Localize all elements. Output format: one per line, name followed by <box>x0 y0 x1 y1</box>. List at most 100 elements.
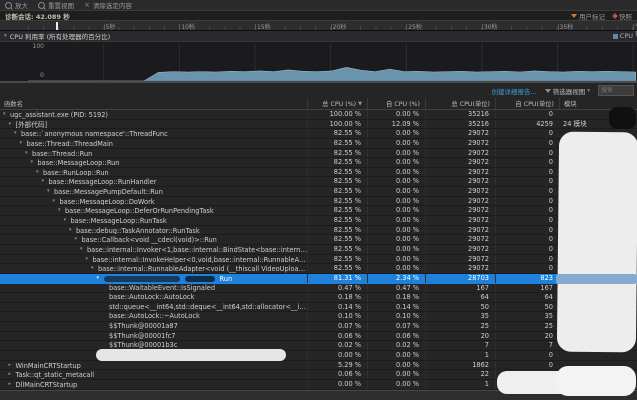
total-cpu-pct: 82.55 % <box>307 216 367 225</box>
column-header-self-cpu-units[interactable]: 自 CPU(单位) <box>495 98 559 109</box>
total-cpu-pct: 0.47 % <box>307 284 367 293</box>
total-cpu-pct: 82.55 % <box>307 235 367 244</box>
table-row[interactable]: ▾base::debug::TaskAnnotator::RunTask82.5… <box>0 226 637 236</box>
search-input[interactable] <box>598 85 634 96</box>
collapse-icon[interactable]: ▾ <box>36 168 43 177</box>
table-row-selected[interactable]: ▾Run81.31 %2.34 %28703823 <box>0 274 637 284</box>
collapse-icon[interactable]: ▾ <box>64 216 71 225</box>
table-row[interactable]: ▾base::internal::InvokeHelper<0,void,bas… <box>0 255 637 265</box>
table-row[interactable]: ▸WinMainCRTStartup5.29 %0.00 %18620 <box>0 361 637 371</box>
collapse-icon[interactable]: ▾ <box>80 245 87 254</box>
table-row[interactable]: ▾base::internal::Invoker<1,base::interna… <box>0 245 637 255</box>
table-row[interactable]: ▾base::Thread::ThreadMain82.55 %0.00 %29… <box>0 139 637 149</box>
section-collapse-icon[interactable]: ▾ <box>4 33 7 39</box>
user-mark-icon <box>571 14 577 18</box>
table-row[interactable]: ▾[外部代码]100.00 %12.09 %35216425924 模块 <box>0 120 637 130</box>
total-cpu-units: 29072 <box>425 245 495 254</box>
column-header-total-cpu-pct[interactable]: 总 CPU (%) ▼ <box>307 98 367 109</box>
zoom-in-button[interactable]: 放大 <box>5 0 28 10</box>
self-cpu-pct: 0.00 % <box>367 129 425 138</box>
self-cpu-units: 35 <box>495 312 559 321</box>
self-cpu-pct: 12.09 % <box>367 120 425 129</box>
clear-icon: × <box>84 2 90 9</box>
collapse-icon[interactable]: ▾ <box>14 129 21 138</box>
self-cpu-units: 0 <box>495 235 559 244</box>
total-cpu-pct: 100.00 % <box>307 120 367 129</box>
session-bar: 诊断会话: 42.089 秒 用户标记 快照 <box>0 11 637 20</box>
total-cpu-pct: 0.06 % <box>307 370 367 379</box>
self-cpu-pct: 0.00 % <box>367 187 425 196</box>
table-row[interactable]: ▾base::MessagePumpDefault::Run82.55 %0.0… <box>0 187 637 197</box>
timeline-position-marker[interactable] <box>56 22 58 30</box>
table-row[interactable]: ▾base::MessageLoop::DoWork82.55 %0.00 %2… <box>0 197 637 207</box>
table-row[interactable]: std::queue<__int64,std::deque<__int64,st… <box>0 303 637 313</box>
table-row[interactable]: ▾base::internal::RunnableAdapter<void (_… <box>0 264 637 274</box>
function-name: Task::qt_static_metacall <box>16 371 95 379</box>
table-row[interactable]: $$Thunk@00001fc70.06 %0.06 %2020 <box>0 332 637 342</box>
total-cpu-units: 29072 <box>425 129 495 138</box>
total-cpu-pct: 100.00 % <box>307 110 367 119</box>
expand-icon[interactable]: ▸ <box>9 361 16 370</box>
collapse-icon[interactable]: ▾ <box>97 274 104 283</box>
magnifier-minus-icon <box>38 2 45 9</box>
table-header: 函数名 总 CPU (%) ▼ 自 CPU (%) 总 CPU(单位) 自 CP… <box>0 98 637 110</box>
column-header-self-cpu-pct[interactable]: 自 CPU (%) <box>367 98 425 109</box>
table-row[interactable]: $$Thunk@00001a870.07 %0.07 %2525 <box>0 322 637 332</box>
user-marks-legend: 用户标记 <box>571 11 605 21</box>
table-row[interactable]: ▾base::RunLoop::Run82.55 %0.00 %290720 <box>0 168 637 178</box>
expand-icon[interactable]: ▸ <box>9 380 16 389</box>
total-cpu-pct: 82.55 % <box>307 206 367 215</box>
table-row[interactable]: ▾base::`anonymous namespace'::ThreadFunc… <box>0 129 637 139</box>
self-cpu-units: 50 <box>495 303 559 312</box>
timeline-ruler[interactable]: 5秒10秒15秒20秒25秒30秒35秒40秒 <box>0 20 637 31</box>
cpu-utilization-graph[interactable]: 100 0 <box>0 42 637 83</box>
function-name-cell: ▾ugc_assistant.exe (PID: 5192) <box>0 110 307 119</box>
total-cpu-pct: 82.55 % <box>307 139 367 148</box>
self-cpu-units: 167 <box>495 284 559 293</box>
total-cpu-units: 50 <box>425 303 495 312</box>
table-row[interactable]: base::WaitableEvent::IsSignaled0.47 %0.4… <box>0 284 637 294</box>
collapse-icon[interactable]: ▾ <box>42 177 49 186</box>
reset-view-button[interactable]: 重置视图 <box>38 0 74 10</box>
table-row[interactable]: ▾base::Callback<void __cdecl(void)>::Run… <box>0 235 637 245</box>
function-name-cell: ▾base::RunLoop::Run <box>0 168 307 177</box>
create-detailed-report-link[interactable]: 创建详细报告... <box>492 86 537 96</box>
collapse-icon[interactable]: ▾ <box>53 197 60 206</box>
session-duration-label: 诊断会话: 42.089 秒 <box>5 11 70 21</box>
self-cpu-pct: 0.00 % <box>367 264 425 273</box>
column-header-function-name[interactable]: 函数名 <box>0 98 307 109</box>
snapshot-diamond-icon <box>612 13 618 19</box>
collapse-icon[interactable]: ▾ <box>25 149 32 158</box>
collapse-icon[interactable]: ▾ <box>9 120 16 129</box>
total-cpu-units: 29072 <box>425 197 495 206</box>
table-row[interactable]: base::AutoLock::~AutoLock0.10 %0.10 %353… <box>0 312 637 322</box>
collapse-icon[interactable]: ▾ <box>58 206 65 215</box>
table-row[interactable]: ▾base::MessageLoop::Run82.55 %0.00 %2907… <box>0 158 637 168</box>
self-cpu-units: 0 <box>495 158 559 167</box>
collapse-icon[interactable]: ▾ <box>20 139 27 148</box>
table-row[interactable]: base::AutoLock::AutoLock0.18 %0.18 %6464 <box>0 293 637 303</box>
collapse-icon[interactable]: ▾ <box>75 235 82 244</box>
table-row[interactable]: ▾base::MessageLoop::DeferOrRunPendingTas… <box>0 206 637 216</box>
self-cpu-units: 25 <box>495 322 559 331</box>
table-row[interactable]: ▾base::MessageLoop::RunHandler82.55 %0.0… <box>0 177 637 187</box>
function-name: base::Callback<void __cdecl(void)>::Run <box>82 236 217 244</box>
collapse-icon[interactable]: ▾ <box>31 158 38 167</box>
clear-selection-button[interactable]: × 清除选定内容 <box>84 0 132 10</box>
self-cpu-units: 0 <box>495 177 559 186</box>
table-row[interactable]: ▾ugc_assistant.exe (PID: 5192)100.00 %0.… <box>0 110 637 120</box>
function-name: Run <box>220 275 233 283</box>
table-row[interactable]: ▾base::MessageLoop::RunTask82.55 %0.00 %… <box>0 216 637 226</box>
filter-view-dropdown[interactable]: 筛选器视图 ▾ <box>545 86 590 96</box>
collapse-icon[interactable]: ▾ <box>3 110 10 119</box>
self-cpu-units: 0 <box>495 168 559 177</box>
collapse-icon[interactable]: ▾ <box>86 255 93 264</box>
expand-icon[interactable]: ▸ <box>9 370 16 379</box>
column-header-total-cpu-units[interactable]: 总 CPU(单位) <box>425 98 495 109</box>
cpu-section-header[interactable]: ▾ CPU 利用率 (所有处理器的百分比) CPU <box>0 31 637 42</box>
collapse-icon[interactable]: ▾ <box>91 264 98 273</box>
collapse-icon[interactable]: ▾ <box>69 226 76 235</box>
collapse-icon[interactable]: ▾ <box>47 187 54 196</box>
table-row[interactable]: $$Thunk@00001b3c0.02 %0.02 %77 <box>0 341 637 351</box>
table-row[interactable]: ▾base::Thread::Run82.55 %0.00 %290720 <box>0 149 637 159</box>
